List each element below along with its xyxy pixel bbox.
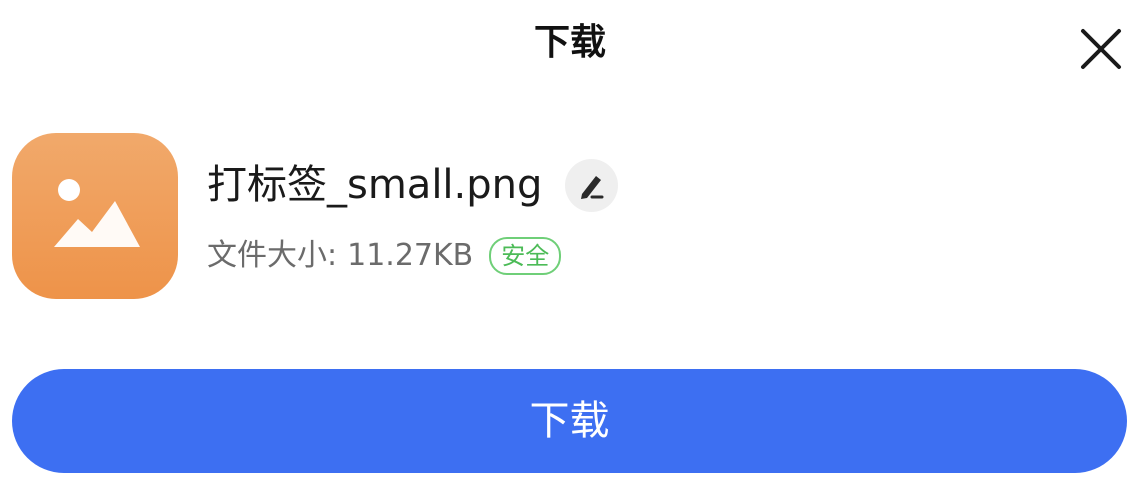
file-name: 打标签_small.png xyxy=(207,162,543,208)
dialog-title: 下载 xyxy=(533,22,606,63)
download-dialog: 下载 打标签_small.png 文件大小: 11.27KB 安全 下载 xyxy=(0,0,1140,481)
close-button[interactable] xyxy=(1080,28,1122,70)
file-size-row: 文件大小: 11.27KB 安全 xyxy=(207,236,562,276)
file-size-value: 11.27KB xyxy=(347,238,474,273)
pencil-icon xyxy=(581,176,604,199)
rename-button[interactable] xyxy=(565,159,618,212)
image-file-icon xyxy=(12,133,178,299)
file-size-label: 文件大小: xyxy=(207,238,338,273)
close-icon xyxy=(1081,29,1121,69)
safe-badge: 安全 xyxy=(489,237,562,275)
download-button[interactable]: 下载 xyxy=(12,369,1127,473)
